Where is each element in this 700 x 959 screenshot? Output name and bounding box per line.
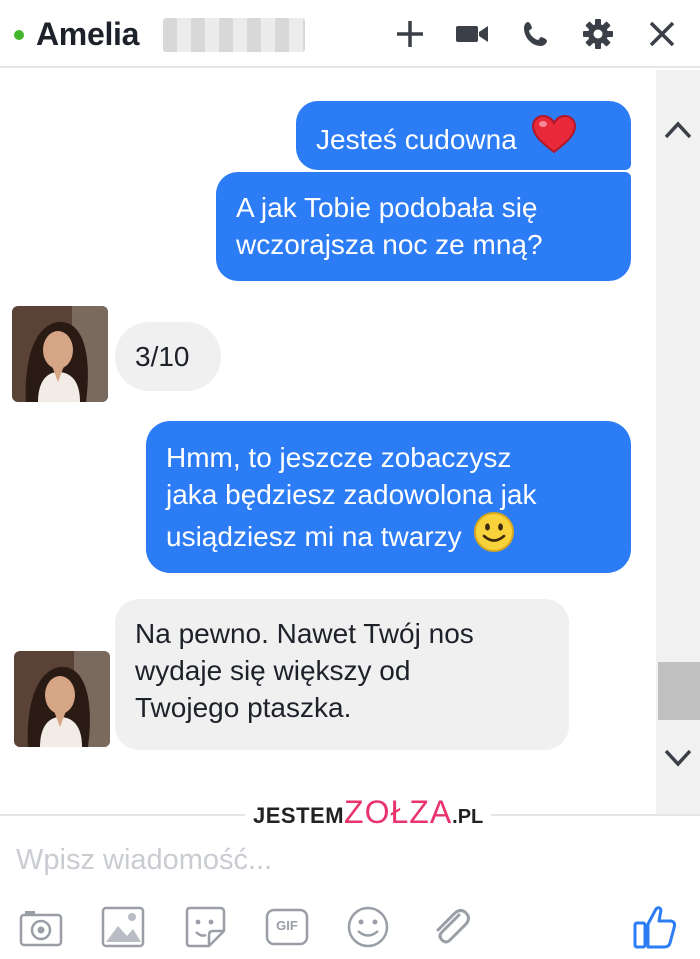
gif-icon[interactable]: GIF bbox=[264, 904, 310, 950]
red-heart-emoji-icon bbox=[531, 114, 577, 163]
site-watermark: JESTEM ZOŁZA .PL bbox=[245, 794, 492, 834]
message-line: Twojego ptaszka. bbox=[135, 692, 352, 723]
outgoing-message[interactable]: A jak Tobie podobała się wczorajsza noc … bbox=[216, 172, 631, 281]
close-icon[interactable] bbox=[642, 14, 682, 54]
outgoing-message[interactable]: Hmm, to jeszcze zobaczysz jaka będziesz … bbox=[146, 421, 631, 573]
message-text: Jesteś cudowna bbox=[316, 123, 517, 155]
message-line: A jak Tobie podobała się bbox=[236, 192, 538, 223]
message-text: 3/10 bbox=[135, 341, 190, 372]
phone-icon[interactable] bbox=[516, 14, 556, 54]
message-line: Na pewno. Nawet Twój nos bbox=[135, 618, 474, 649]
message-line: Hmm, to jeszcze zobaczysz bbox=[166, 442, 512, 473]
online-status-dot bbox=[14, 30, 24, 40]
contact-avatar[interactable] bbox=[12, 306, 108, 402]
paperclip-icon[interactable] bbox=[428, 904, 474, 950]
gif-label: GIF bbox=[276, 918, 298, 933]
watermark-part: ZOŁZA bbox=[344, 794, 453, 830]
redacted-surname bbox=[163, 18, 305, 52]
scroll-down-arrow-icon[interactable] bbox=[656, 738, 700, 778]
scroll-up-arrow-icon[interactable] bbox=[656, 110, 700, 150]
message-line: usiądziesz mi na twarzy bbox=[166, 520, 462, 552]
thumbs-up-icon[interactable] bbox=[630, 902, 680, 952]
sticker-icon[interactable] bbox=[182, 904, 228, 950]
video-camera-icon[interactable] bbox=[452, 14, 492, 54]
contact-avatar[interactable] bbox=[14, 651, 110, 747]
gear-icon[interactable] bbox=[578, 14, 618, 54]
message-input[interactable]: Wpisz wiadomość... bbox=[16, 844, 272, 877]
scroll-thumb[interactable] bbox=[658, 662, 700, 720]
contact-name[interactable]: Amelia bbox=[36, 16, 139, 53]
watermark-part: .PL bbox=[452, 806, 484, 828]
emoji-icon[interactable] bbox=[345, 904, 391, 950]
incoming-message[interactable]: 3/10 bbox=[115, 322, 221, 391]
watermark-part: JESTEM bbox=[253, 803, 345, 828]
plus-icon[interactable] bbox=[390, 14, 430, 54]
camera-icon[interactable] bbox=[18, 904, 64, 950]
message-line: wydaje się większy od bbox=[135, 655, 411, 686]
chat-header: Amelia bbox=[0, 0, 700, 68]
incoming-message[interactable]: Na pewno. Nawet Twój nos wydaje się więk… bbox=[115, 599, 569, 750]
outgoing-message[interactable]: Jesteś cudowna bbox=[296, 101, 631, 170]
message-line: jaka będziesz zadowolona jak bbox=[166, 479, 537, 510]
image-icon[interactable] bbox=[100, 904, 146, 950]
smiling-face-emoji-icon bbox=[473, 511, 515, 562]
message-line: wczorajsza noc ze mną? bbox=[236, 229, 543, 260]
chat-scrollbar[interactable] bbox=[656, 70, 700, 815]
